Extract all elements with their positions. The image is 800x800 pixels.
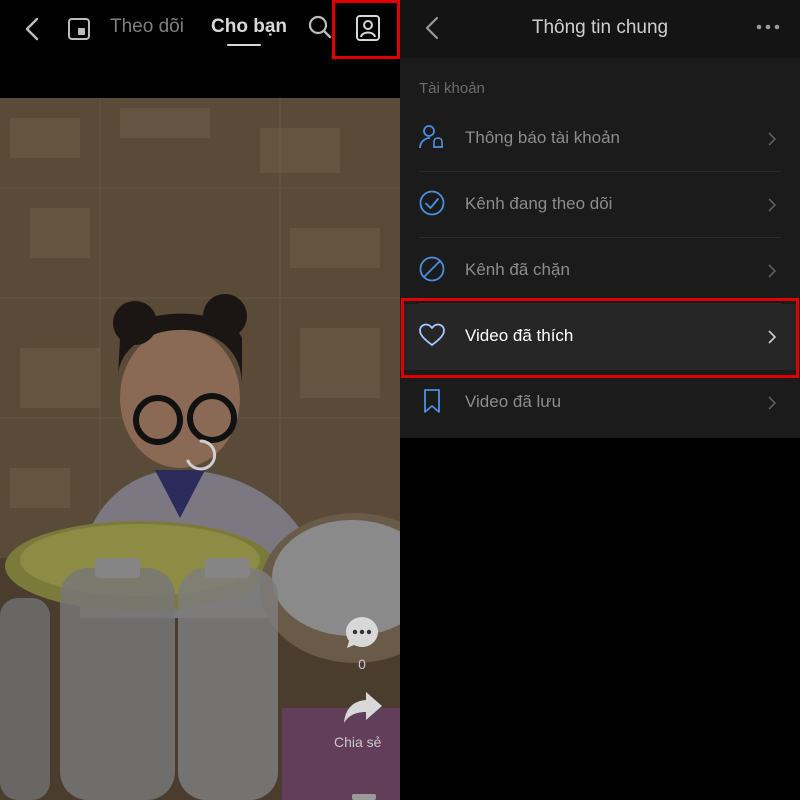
- section-label-account: Tài khoản: [419, 80, 485, 97]
- menu-item-label: Kênh đã chặn: [465, 260, 570, 279]
- general-info-screen: Thông tin chung Tài khoản Thông báo tài …: [400, 0, 800, 800]
- account-menu: Tài khoản Thông báo tài khoản Kênh đang …: [400, 58, 800, 438]
- chevron-right-icon: [768, 330, 777, 344]
- blocked-icon: [419, 256, 445, 282]
- user-profile-icon[interactable]: [355, 14, 381, 42]
- feed-top-bar: Theo dõi Cho bạn: [0, 0, 400, 59]
- share-label[interactable]: Chia sẻ: [334, 734, 381, 750]
- share-icon[interactable]: [342, 690, 384, 726]
- comment-count: 0: [358, 656, 366, 672]
- general-info-header: Thông tin chung: [400, 0, 800, 58]
- menu-item-label: Thông báo tài khoản: [465, 128, 621, 147]
- loading-spinner-icon: [186, 439, 217, 471]
- active-tab-indicator: [227, 44, 261, 46]
- menu-item-label: Kênh đang theo dõi: [465, 194, 613, 213]
- menu-item-saved-videos[interactable]: Video đã lưu: [400, 370, 800, 436]
- account-notification-icon: [419, 125, 443, 149]
- tab-for-you[interactable]: Cho bạn: [211, 16, 287, 38]
- tab-following[interactable]: Theo dõi: [110, 16, 184, 38]
- menu-item-label: Video đã thích: [465, 326, 574, 345]
- chevron-right-icon: [768, 198, 777, 212]
- page-title: Thông tin chung: [531, 17, 669, 38]
- menu-item-account-notifications[interactable]: Thông báo tài khoản: [400, 106, 800, 172]
- search-icon[interactable]: [307, 14, 333, 40]
- chevron-left-icon[interactable]: [20, 15, 44, 43]
- menu-item-following-channels[interactable]: Kênh đang theo dõi: [400, 172, 800, 238]
- chevron-right-icon: [768, 396, 777, 410]
- menu-item-liked-videos[interactable]: Video đã thích: [400, 304, 800, 370]
- more-horizontal-icon[interactable]: [755, 22, 781, 32]
- chevron-right-icon: [768, 132, 777, 146]
- video-feed-screen: Theo dõi Cho bạn 0 Chia sẻ: [0, 0, 400, 800]
- chevron-right-icon: [768, 264, 777, 278]
- bookmark-icon: [424, 389, 440, 413]
- more-options-icon[interactable]: [350, 786, 378, 800]
- menu-item-label: Video đã lưu: [465, 392, 562, 411]
- heart-icon: [419, 323, 445, 346]
- picture-in-picture-icon[interactable]: [67, 17, 91, 41]
- menu-item-blocked-channels[interactable]: Kênh đã chặn: [400, 238, 800, 304]
- check-circle-icon: [419, 190, 445, 216]
- comment-icon[interactable]: [344, 615, 380, 651]
